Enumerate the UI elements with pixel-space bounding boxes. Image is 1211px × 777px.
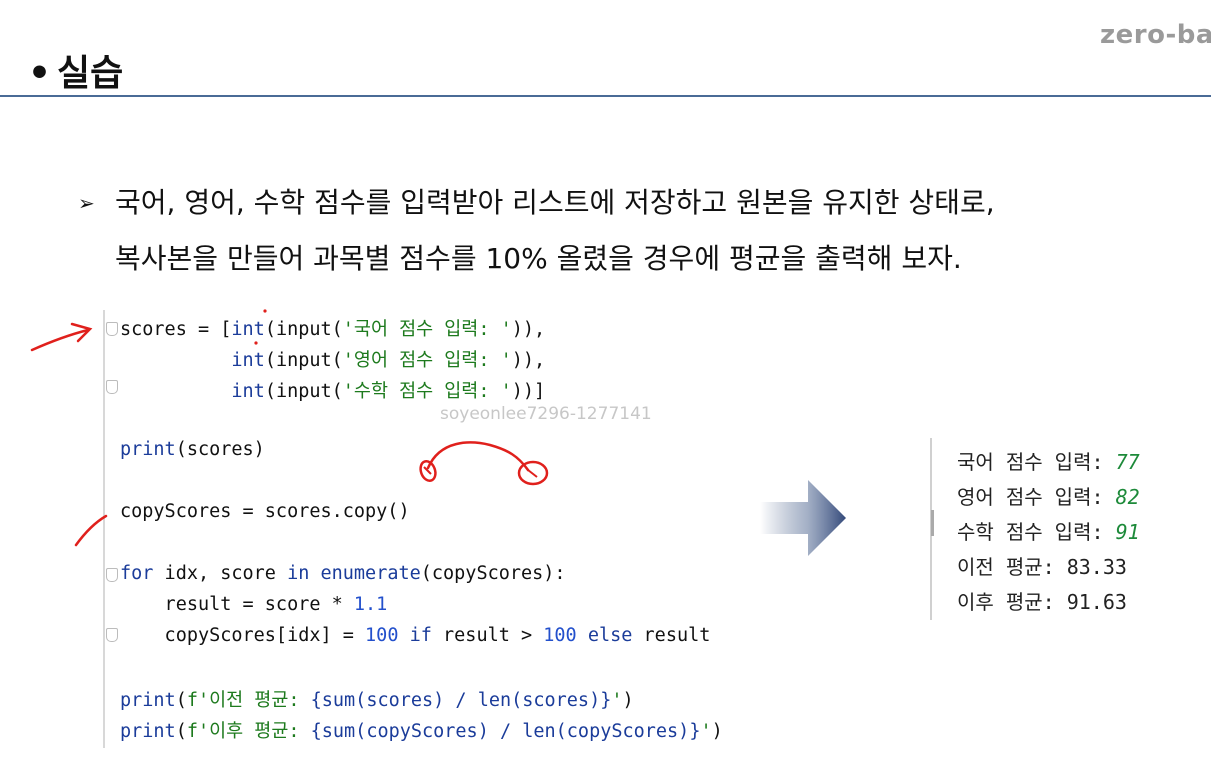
- code-line-4: print(scores): [120, 439, 265, 460]
- fold-marker-icon[interactable]: [106, 322, 118, 336]
- fold-marker-icon[interactable]: [106, 380, 118, 394]
- annotation-arrow-2: [74, 514, 108, 547]
- code-line-1: scores = [int(input('국어 점수 입력: ')),: [120, 319, 546, 340]
- description-line-2: 복사본을 만들어 과목별 점수를 10% 올렸을 경우에 평균을 출력해 보자.: [115, 242, 962, 275]
- code-line-6: for idx, score in enumerate(copyScores):: [120, 563, 566, 584]
- fold-marker-icon[interactable]: [106, 568, 118, 582]
- code-line-10: print(f'이후 평균: {sum(copyScores) / len(co…: [120, 721, 723, 742]
- title-bullet: •: [28, 53, 52, 94]
- description: ➢ 국어, 영어, 수학 점수를 입력받아 리스트에 저장하고 원본을 유지한 …: [78, 175, 995, 287]
- code-line-7: result = score * 1.1: [120, 594, 388, 615]
- right-arrow-icon: [760, 480, 846, 556]
- code-line-9: print(f'이전 평균: {sum(scores) / len(scores…: [120, 690, 634, 711]
- code-line-2: int(input('영어 점수 입력: ')),: [231, 350, 546, 371]
- watermark: soyeonlee7296-1277141: [440, 404, 652, 424]
- console-output: 국어 점수 입력: 77 영어 점수 입력: 82 수학 점수 입력: 91 이…: [930, 438, 1172, 620]
- title-text: 실습: [57, 53, 124, 94]
- annotation-arrow-1: [30, 328, 90, 352]
- console-line-3: 수학 점수 입력: 91: [957, 520, 1140, 544]
- description-line-1: 국어, 영어, 수학 점수를 입력받아 리스트에 저장하고 원본을 유지한 상태…: [115, 186, 995, 219]
- console-line-1: 국어 점수 입력: 77: [957, 450, 1140, 474]
- code-editor: scores = [int(input('국어 점수 입력: ')), int(…: [103, 310, 795, 748]
- console-line-5: 이후 평균: 91.63: [957, 590, 1127, 614]
- scrollbar[interactable]: [931, 510, 934, 536]
- slide-title: • 실습: [28, 44, 123, 96]
- console-line-2: 영어 점수 입력: 82: [957, 485, 1140, 509]
- logo: zero-ba: [1100, 20, 1211, 50]
- console-line-4: 이전 평균: 83.33: [957, 555, 1127, 579]
- code-line-5: copyScores = scores.copy(): [120, 501, 410, 522]
- code-line-3: int(input('수학 점수 입력: '))]: [231, 381, 546, 402]
- code-line-8: copyScores[idx] = 100 if result > 100 el…: [120, 625, 711, 646]
- fold-marker-icon[interactable]: [106, 628, 118, 642]
- arrow-bullet-icon: ➢: [78, 191, 95, 215]
- title-divider: [0, 95, 1211, 97]
- annotation-arrow-1-head: [70, 322, 93, 343]
